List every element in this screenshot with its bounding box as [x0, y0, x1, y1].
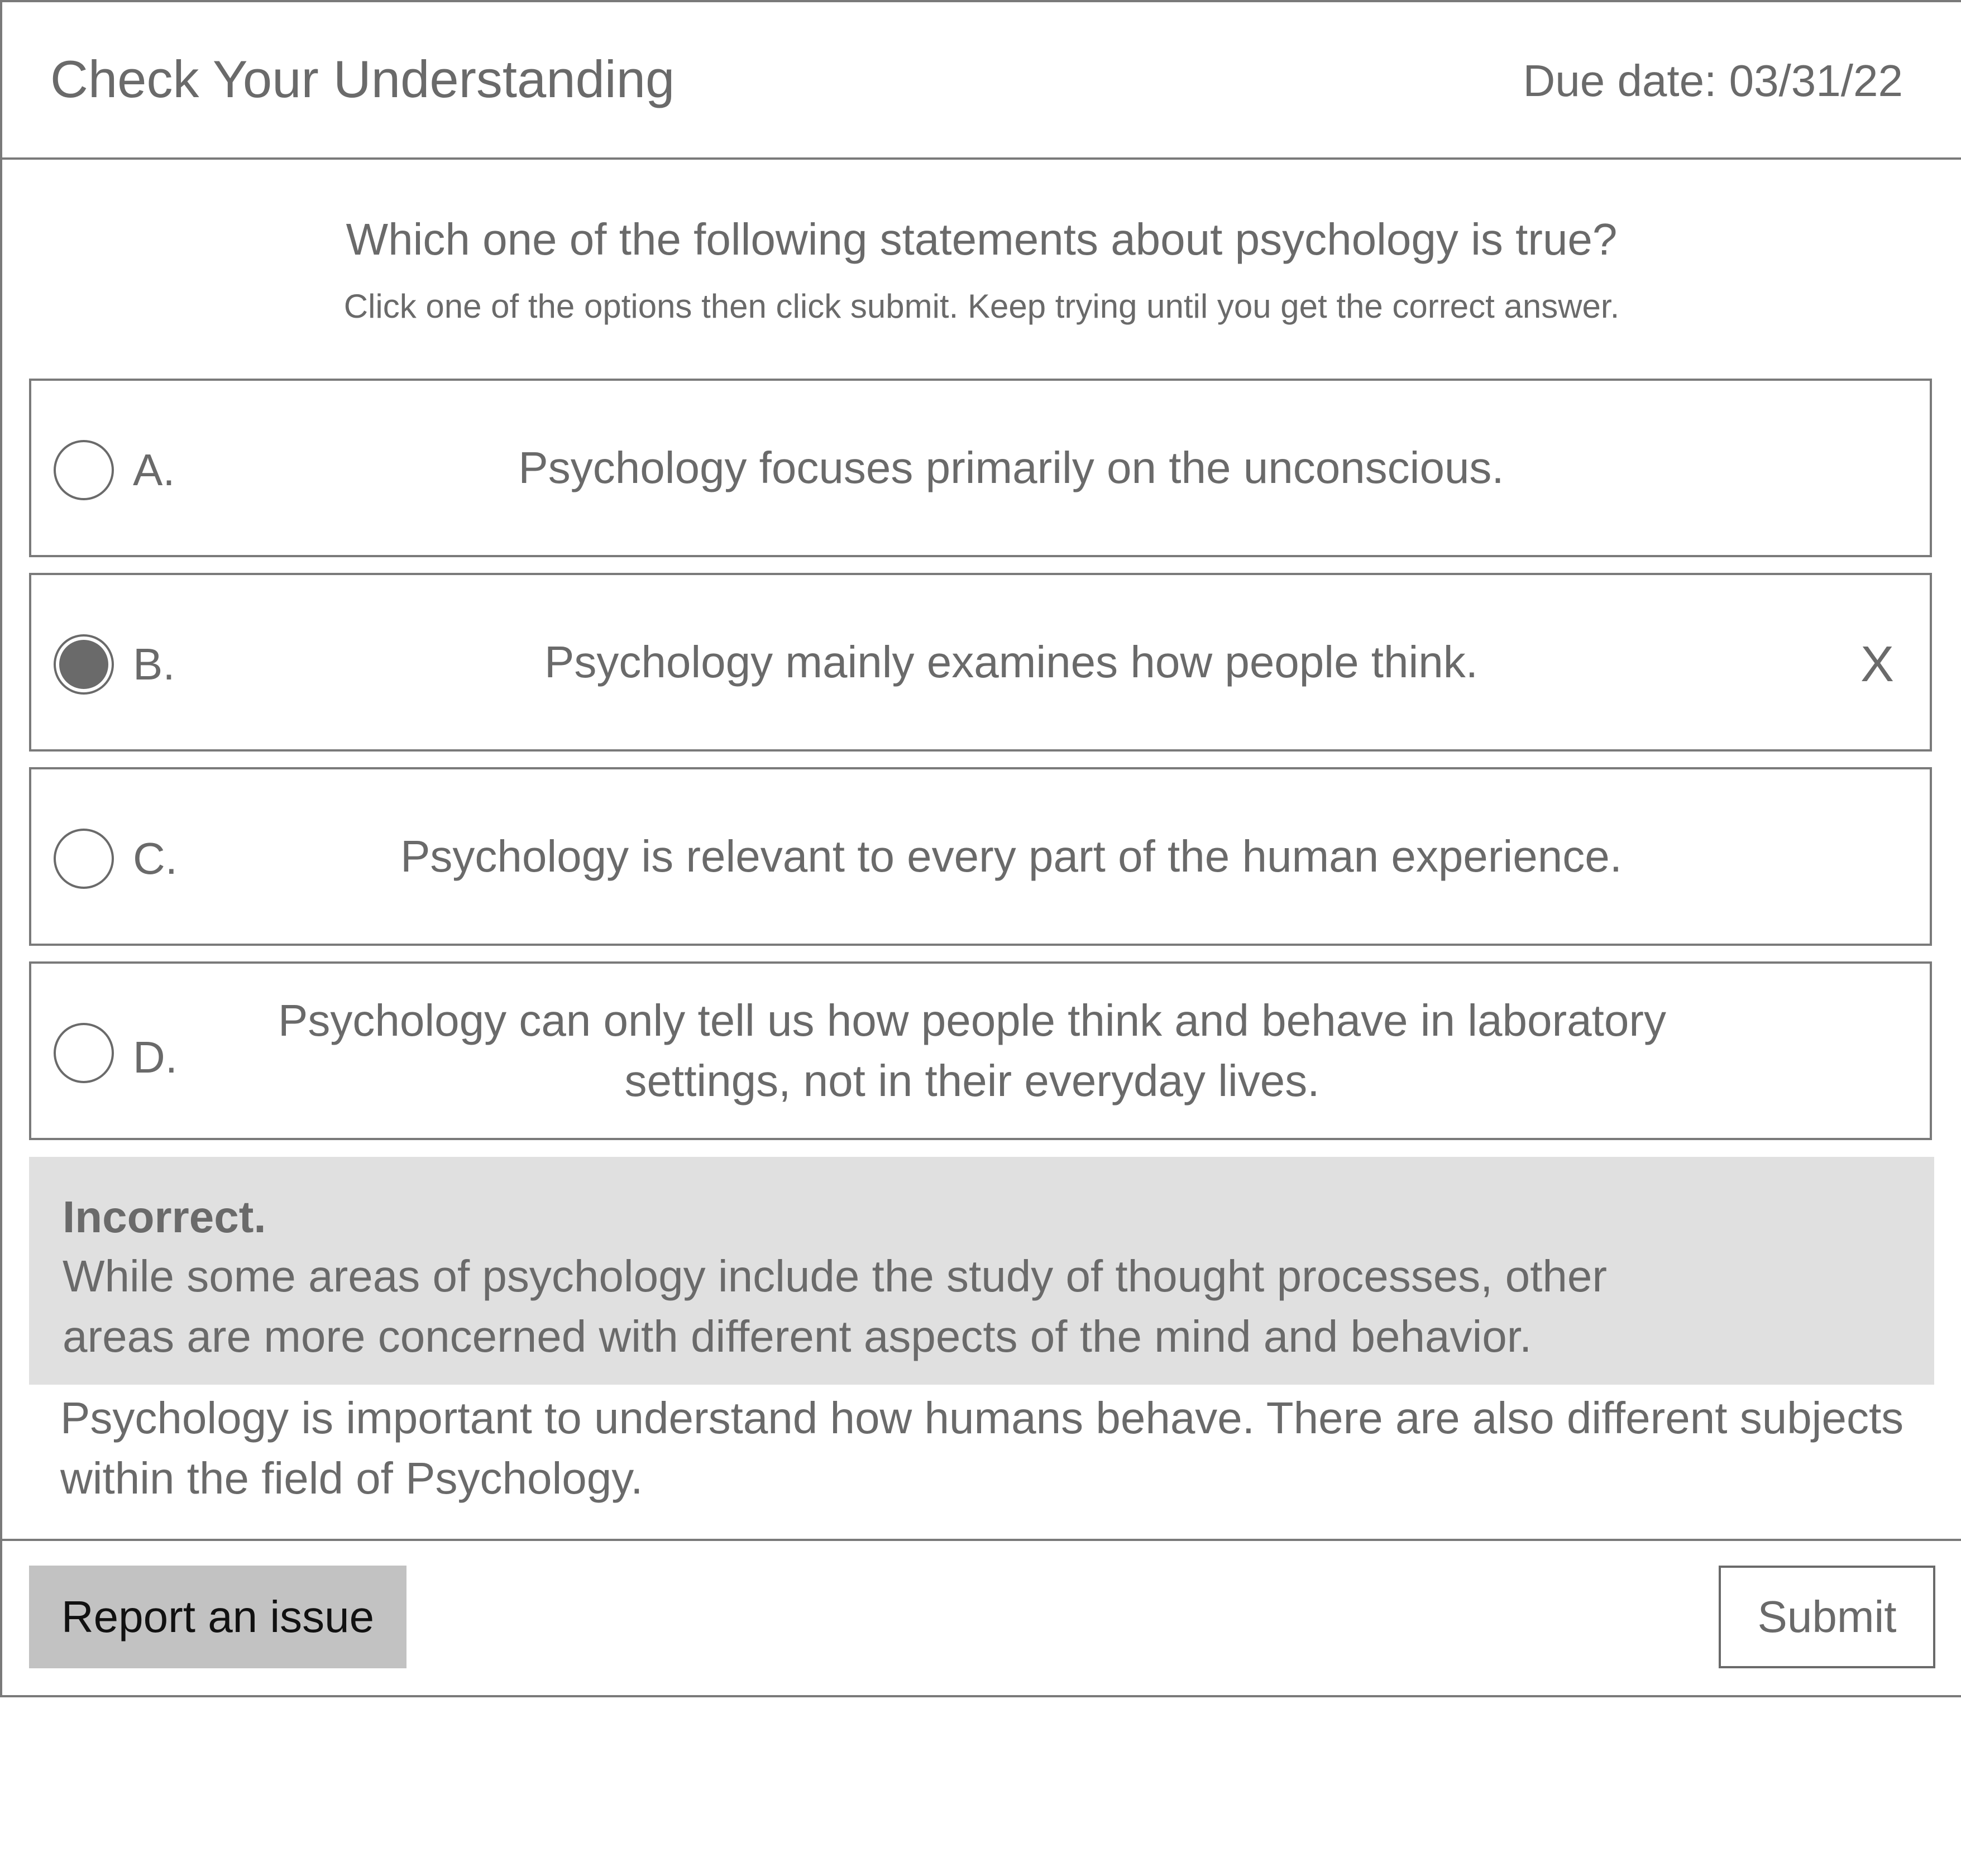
- feedback-message: While some areas of psychology include t…: [63, 1251, 1607, 1361]
- report-issue-button[interactable]: Report an issue: [29, 1566, 406, 1668]
- option-text: Psychology is relevant to every part of …: [400, 831, 1622, 881]
- option-letter: D.: [133, 1032, 178, 1082]
- radio-icon[interactable]: [54, 440, 114, 500]
- option-b[interactable]: B. Psychology mainly examines how people…: [29, 573, 1932, 752]
- question-instructions: Click one of the options then click subm…: [343, 288, 1620, 325]
- page-title: Check Your Understanding: [50, 50, 675, 108]
- incorrect-x-icon: X: [1860, 636, 1894, 692]
- option-a[interactable]: A. Psychology focuses primarily on the u…: [29, 379, 1932, 557]
- feedback-panel: Incorrect. While some areas of psycholog…: [29, 1157, 1934, 1385]
- option-text: Psychology can only tell us how people t…: [278, 996, 1666, 1106]
- option-c[interactable]: C. Psychology is relevant to every part …: [29, 767, 1932, 946]
- question-prompt: Which one of the following statements ab…: [346, 214, 1618, 264]
- radio-icon[interactable]: [54, 1023, 114, 1083]
- radio-icon[interactable]: [54, 829, 114, 889]
- option-text: Psychology focuses primarily on the unco…: [518, 443, 1504, 492]
- radio-selected-icon[interactable]: [54, 634, 114, 695]
- due-date: Due date: 03/31/22: [1523, 56, 1903, 106]
- option-d[interactable]: D. Psychology can only tell us how peopl…: [29, 961, 1932, 1140]
- submit-button[interactable]: Submit: [1719, 1566, 1935, 1668]
- footer-divider: [2, 1539, 1961, 1541]
- explanation-text: Psychology is important to understand ho…: [60, 1393, 1904, 1503]
- quiz-header: Check Your Understanding Due date: 03/31…: [2, 2, 1961, 160]
- feedback-status: Incorrect.: [63, 1192, 266, 1242]
- quiz-card: Check Your Understanding Due date: 03/31…: [0, 0, 1961, 1697]
- option-text: Psychology mainly examines how people th…: [544, 637, 1478, 687]
